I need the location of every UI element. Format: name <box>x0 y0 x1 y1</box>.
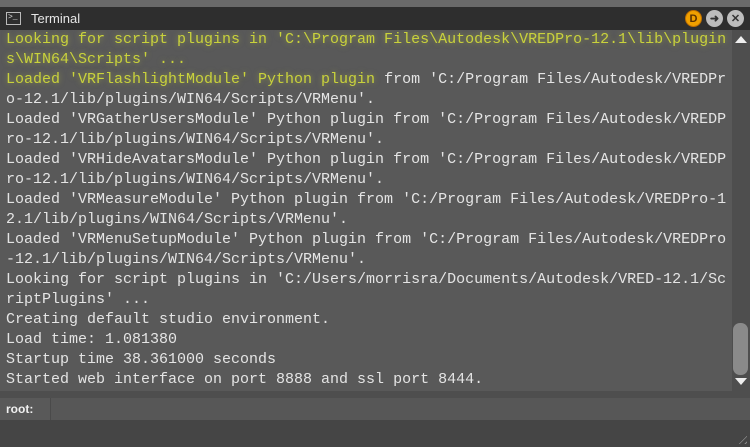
line-text: Startup time 38.361000 seconds <box>6 351 277 368</box>
command-row: root: <box>0 398 750 420</box>
scroll-up-icon[interactable] <box>735 36 747 43</box>
highlighted-text: Looking for script plugins in 'C:\Progra… <box>6 31 727 48</box>
line-text: Looking for script plugins in 'C:/Users/… <box>6 271 727 288</box>
line-text: Started web interface on port 8888 and s… <box>6 371 484 388</box>
terminal-icon: >_ <box>6 12 21 25</box>
line-text: ro-12.1/lib/plugins/WIN64/Scripts/VRMenu… <box>6 171 385 188</box>
window-top-edge <box>0 0 750 7</box>
output-line: Started web interface on port 8888 and s… <box>6 370 732 390</box>
output-line: Startup time 38.361000 seconds <box>6 350 732 370</box>
output-line: -12.1/lib/plugins/WIN64/Scripts/VRMenu'. <box>6 250 732 270</box>
output-line: Loaded 'VRFlashlightModule' Python plugi… <box>6 70 732 90</box>
terminal-output: Looking for script plugins in 'C:\Progra… <box>0 30 732 391</box>
line-text: Loaded 'VRMenuSetupModule' Python plugin… <box>6 231 727 248</box>
highlighted-text: s\WIN64\Scripts' ... <box>6 51 187 68</box>
output-line: Creating default studio environment. <box>6 310 732 330</box>
line-text: from 'C:/Program Files/Autodesk/VREDPr <box>375 71 727 88</box>
line-text: ro-12.1/lib/plugins/WIN64/Scripts/VRMenu… <box>6 131 385 148</box>
line-text: Loaded 'VRGatherUsersModule' Python plug… <box>6 111 727 128</box>
line-text: riptPlugins' ... <box>6 291 151 308</box>
scroll-down-icon[interactable] <box>735 378 747 385</box>
dock-button[interactable]: D <box>685 10 702 27</box>
divider <box>0 391 750 398</box>
footer <box>0 420 750 447</box>
scrollbar-thumb[interactable] <box>733 323 748 375</box>
output-line: Looking for script plugins in 'C:/Users/… <box>6 270 732 290</box>
output-line: Loaded 'VRGatherUsersModule' Python plug… <box>6 110 732 130</box>
line-text: Creating default studio environment. <box>6 311 331 328</box>
output-line: Loaded 'VRMenuSetupModule' Python plugin… <box>6 230 732 250</box>
close-icon[interactable]: ✕ <box>727 10 744 27</box>
output-line: Loaded 'VRMeasureModule' Python plugin f… <box>6 190 732 210</box>
output-line: riptPlugins' ... <box>6 290 732 310</box>
line-text: Loaded 'VRHideAvatarsModule' Python plug… <box>6 151 727 168</box>
line-text: -12.1/lib/plugins/WIN64/Scripts/VRMenu'. <box>6 251 367 268</box>
line-text: Loaded 'VRMeasureModule' Python plugin f… <box>6 191 727 208</box>
line-text: o-12.1/lib/plugins/WIN64/Scripts/VRMenu'… <box>6 91 376 108</box>
resize-grip-icon[interactable] <box>735 432 747 444</box>
highlighted-text: Loaded 'VRFlashlightModule' Python plugi… <box>6 71 376 88</box>
window-title: Terminal <box>31 11 81 26</box>
output-line: ro-12.1/lib/plugins/WIN64/Scripts/VRMenu… <box>6 130 732 150</box>
output-line: ro-12.1/lib/plugins/WIN64/Scripts/VRMenu… <box>6 170 732 190</box>
output-line: 2.1/lib/plugins/WIN64/Scripts/VRMenu'. <box>6 210 732 230</box>
vertical-scrollbar[interactable] <box>732 30 750 391</box>
output-line: Load time: 1.081380 <box>6 330 732 350</box>
output-line: s\WIN64\Scripts' ... <box>6 50 732 70</box>
output-line: Loaded 'VRHideAvatarsModule' Python plug… <box>6 150 732 170</box>
prompt-label: root: <box>6 402 34 416</box>
output-line: o-12.1/lib/plugins/WIN64/Scripts/VRMenu'… <box>6 90 732 110</box>
output-line: Looking for script plugins in 'C:\Progra… <box>6 30 732 50</box>
title-bar[interactable]: >_ Terminal D ➜ ✕ <box>0 7 750 30</box>
line-text: 2.1/lib/plugins/WIN64/Scripts/VRMenu'. <box>6 211 349 228</box>
line-text: Load time: 1.081380 <box>6 331 178 348</box>
command-input[interactable] <box>50 398 750 420</box>
arrow-right-icon[interactable]: ➜ <box>706 10 723 27</box>
